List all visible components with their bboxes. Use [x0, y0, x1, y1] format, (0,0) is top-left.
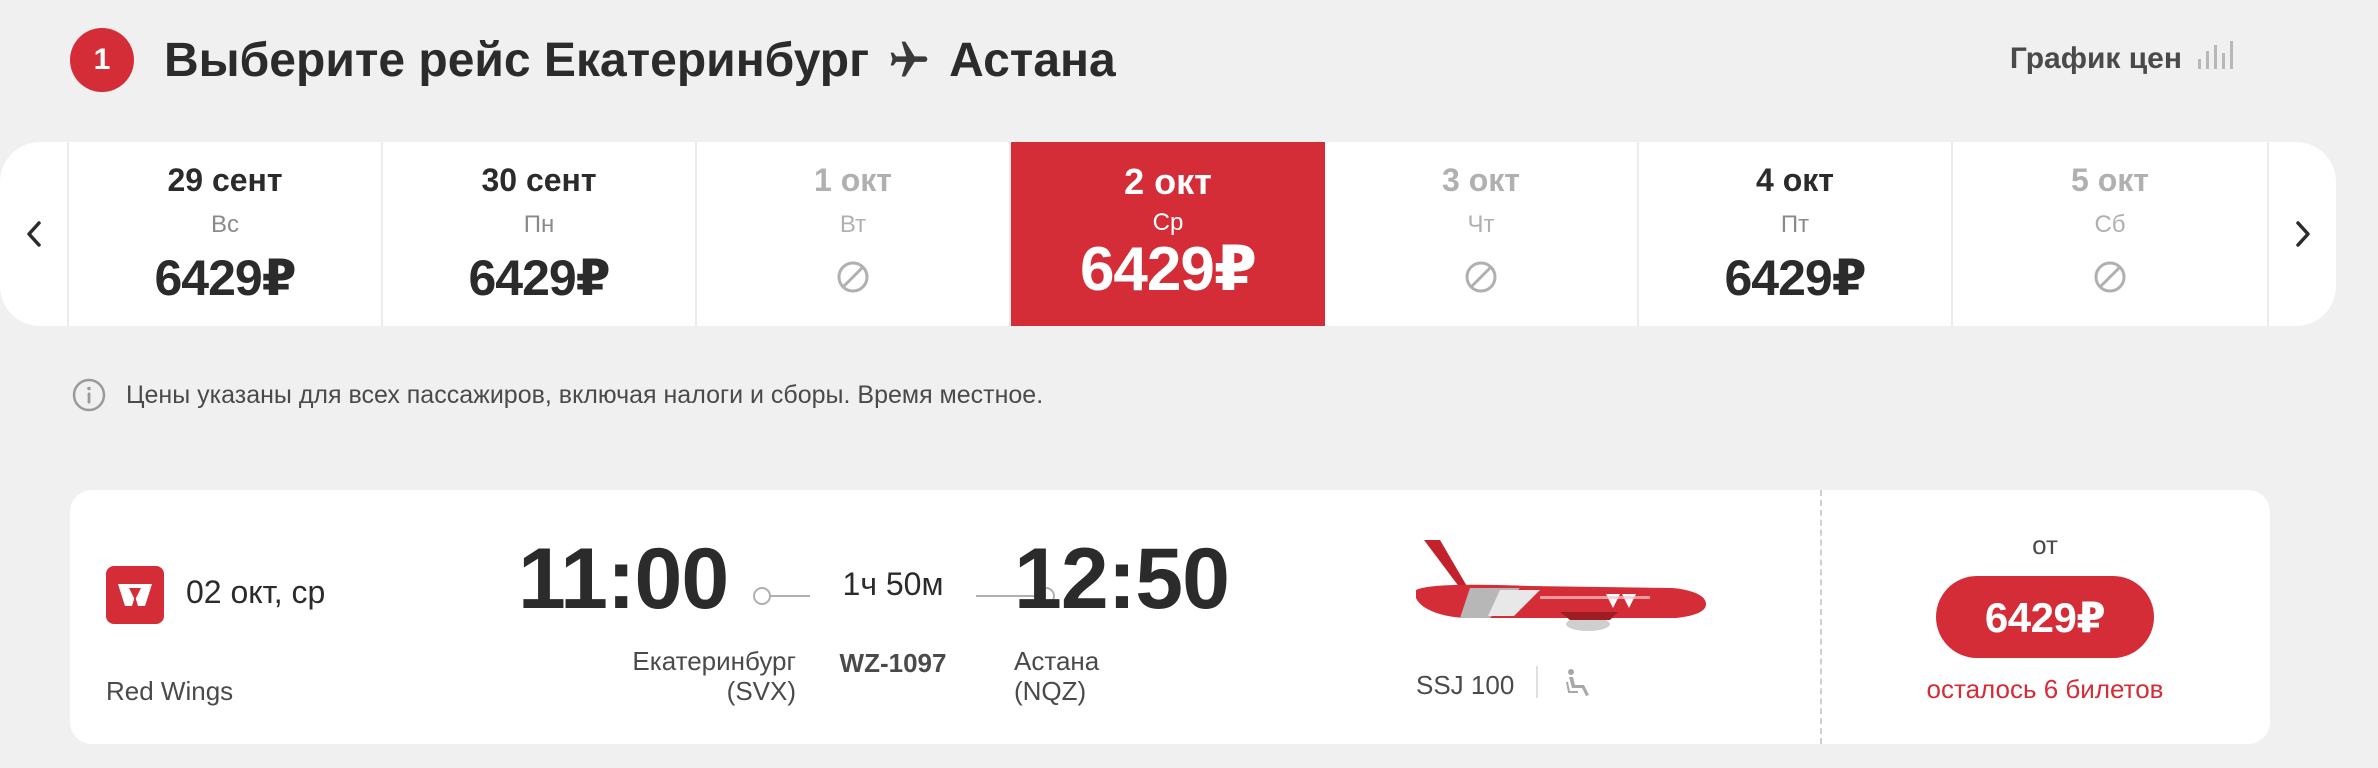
- departure-code: (SVX): [726, 676, 796, 706]
- date-price: 6429₽: [154, 250, 296, 306]
- date-selector: 29 сент Вс 6429₽ 30 сент Пн 6429₽ 1 окт Вт 2 окт…: [0, 142, 2336, 326]
- date-label: 3 окт: [1442, 162, 1520, 198]
- date-label: 5 окт: [2071, 162, 2149, 198]
- date-label: 4 окт: [1756, 162, 1834, 198]
- weekday-label: Пн: [523, 211, 555, 238]
- divider: [1536, 666, 1538, 698]
- date-option[interactable]: 30 сент Пн 6429₽: [383, 142, 697, 326]
- page-title: Выберите рейс Екатеринбург Астана: [164, 28, 1116, 92]
- aircraft-type: SSJ 100: [1416, 670, 1515, 700]
- price-info: Цены указаны для всех пассажиров, включа…: [72, 376, 1043, 414]
- aircraft-image: [1416, 540, 1706, 631]
- date-price: 6429₽: [468, 250, 610, 306]
- next-dates-button[interactable]: [2267, 142, 2336, 326]
- price-info-text: Цены указаны для всех пассажиров, включа…: [126, 380, 1044, 409]
- title-destination: Астана: [949, 33, 1116, 87]
- date-price: 6429₽: [1079, 235, 1257, 304]
- date-option: 5 окт Сб: [1953, 142, 2267, 326]
- weekday-label: Пт: [1780, 211, 1810, 238]
- tickets-left: осталось 6 билетов: [1926, 674, 2164, 704]
- arrival-time: 12:50: [1014, 531, 1230, 627]
- price-graph-label: График цен: [2009, 42, 2182, 75]
- arrival-code: (NQZ): [1014, 676, 1087, 706]
- plane-icon: [887, 38, 931, 82]
- weekday-label: Чт: [1467, 211, 1495, 238]
- info-icon: [72, 378, 106, 412]
- airline-name: Red Wings: [106, 676, 234, 706]
- departure-time: 11:00: [518, 531, 729, 627]
- airline-logo: [106, 566, 164, 624]
- no-flights-icon: [1464, 254, 1498, 300]
- flight-number: WZ-1097: [839, 648, 947, 678]
- date-option[interactable]: 4 окт Пт 6429₽: [1639, 142, 1953, 326]
- date-label: 2 окт: [1124, 161, 1212, 202]
- date-option: 1 окт Вт: [697, 142, 1011, 326]
- departure-city: Екатеринбург: [632, 646, 796, 676]
- seat-icon: [1566, 669, 1589, 696]
- bar-chart-icon: [2196, 39, 2234, 79]
- price-graph-button[interactable]: График цен: [2010, 36, 2234, 82]
- arrival-place: Астана (NQZ): [1014, 646, 1099, 706]
- arrival-city: Астана: [1014, 646, 1100, 676]
- date-price: 6429₽: [1724, 250, 1866, 306]
- title-origin: Выберите рейс Екатеринбург: [164, 33, 870, 87]
- no-flights-icon: [2093, 254, 2127, 300]
- flight-duration: 1ч 50м: [810, 566, 976, 603]
- weekday-label: Ср: [1152, 209, 1184, 236]
- step-badge: 1: [70, 28, 134, 92]
- no-flights-icon: [836, 254, 870, 300]
- date-label: 1 окт: [814, 162, 892, 198]
- card-divider: [1820, 490, 1822, 744]
- weekday-label: Вс: [210, 211, 239, 238]
- chevron-right-icon: [2295, 221, 2310, 247]
- date-label: 29 сент: [167, 162, 283, 198]
- date-option[interactable]: 29 сент Вс 6429₽: [69, 142, 383, 326]
- select-price-button[interactable]: 6429₽: [1936, 576, 2154, 658]
- prev-dates-button[interactable]: [0, 142, 69, 326]
- weekday-label: Вт: [839, 211, 867, 238]
- flight-card[interactable]: 02 окт, ср Red Wings 11:00 Екатеринбург …: [70, 490, 2270, 744]
- chevron-left-icon: [26, 221, 41, 247]
- date-option[interactable]: 2 окт Ср 6429₽: [1011, 142, 1325, 326]
- flight-date: 02 окт, ср: [186, 574, 326, 610]
- price-from-label: от: [2032, 530, 2058, 560]
- date-option: 3 окт Чт: [1325, 142, 1639, 326]
- date-label: 30 сент: [481, 162, 597, 198]
- departure-place: Екатеринбург (SVX): [518, 646, 796, 706]
- weekday-label: Сб: [2094, 211, 2126, 238]
